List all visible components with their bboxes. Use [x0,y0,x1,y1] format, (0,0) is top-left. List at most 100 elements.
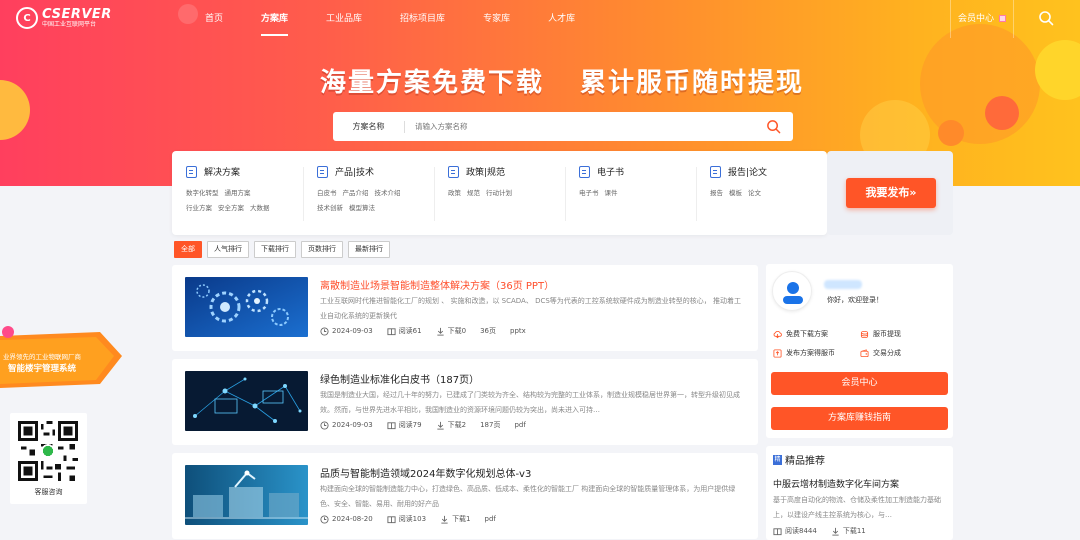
document-icon [317,165,328,178]
earning-guide-button[interactable]: 方案库赚钱指南 [771,407,948,430]
tab-popularity[interactable]: 人气排行 [207,241,249,258]
category-link[interactable]: 白皮书 [317,186,337,201]
decor-blob [0,80,30,140]
category-ebooks: 电子书 电子书 课件 [579,165,689,201]
nav-experts[interactable]: 专家库 [483,0,510,38]
category-link[interactable]: 行动计划 [486,186,512,201]
category-title[interactable]: 报告|论文 [728,165,767,178]
logo[interactable]: C CSERVER 中国工业互联网平台 [16,7,112,29]
nav-solutions[interactable]: 方案库 [261,0,289,38]
category-link[interactable]: 行业方案 [186,201,212,216]
card-description: 工业互联网时代推进智能化工厂的规划 、 实施和改造，以 SCADA、 DCS等为… [320,297,742,320]
tab-latest[interactable]: 最新排行 [348,241,390,258]
recommend-heading: 精品推荐 [785,456,825,467]
feature-revenue-share: 交易分成 [860,348,901,358]
download-icon [832,527,839,536]
category-link[interactable]: 数字化转型 [186,186,219,201]
clock-icon [320,514,329,524]
search-input[interactable] [415,122,745,131]
member-center-link[interactable]: 会员中心 [950,0,1014,38]
slogan-right: 累计服币随时提现 [580,68,805,98]
book-icon [387,327,396,335]
card-meta: 2024-08-20 阅读103 下载1 pdf [320,514,510,524]
book-icon [773,527,782,535]
card-date: 2024-09-03 [332,327,373,335]
card-thumbnail[interactable] [185,277,308,337]
recommend-title[interactable]: 中服云增材制造数字化车间方案 [773,477,899,490]
category-title[interactable]: 电子书 [597,165,624,178]
card-description: 构建面向全球的智能制造能力中心，打造绿色、高品质、低成本、柔性化的智能工厂 构建… [320,485,736,508]
category-title[interactable]: 产品|技术 [335,165,374,178]
member-center-button[interactable]: 会员中心 [771,372,948,395]
category-link[interactable]: 大数据 [250,201,270,216]
category-link[interactable]: 技术创新 [317,201,343,216]
category-link[interactable]: 课件 [605,186,618,201]
tab-all[interactable]: 全部 [174,241,202,258]
category-link[interactable]: 论文 [748,186,761,201]
tab-pages[interactable]: 页数排行 [301,241,343,258]
avatar[interactable] [772,271,812,311]
solution-card[interactable]: 离散制造业场景智能制造整体解决方案（36页 PPT） 工业互联网时代推进智能化工… [172,265,758,351]
solution-search-bar: 方案名称 [333,112,793,141]
left-float-banner[interactable]: 业界领先的工业物联网厂商 智能楼宇管理系统 [0,326,122,392]
solution-card[interactable]: 品质与智能制造领域2024年数字化规划总体-v3 构建面向全球的智能制造能力中心… [172,453,758,539]
recommend-views: 阅读8444 [785,527,817,535]
card-title[interactable]: 品质与智能制造领域2024年数字化规划总体-v3 [320,465,531,480]
category-link[interactable]: 报告 [710,186,723,201]
tab-downloads[interactable]: 下载排行 [254,241,296,258]
search-icon[interactable] [1038,10,1054,26]
category-reports: 报告|论文 报告 模板 论文 [710,165,820,201]
card-downloads: 下载0 [447,327,467,335]
user-panel: 你好，欢迎登录！ 免费下载方案 服币提现 发布方案得服币 交易分成 会员中心 方… [766,264,953,438]
card-date: 2024-08-20 [332,515,373,523]
category-link[interactable]: 规范 [467,186,480,201]
logo-mark-icon: C [16,7,38,29]
card-pages: 36页 [480,327,496,335]
book-icon [387,421,396,429]
publish-icon [773,348,782,358]
nav-talent[interactable]: 人才库 [548,0,575,38]
document-icon [448,165,459,178]
category-link[interactable]: 政策 [448,186,461,201]
gift-icon [998,15,1006,22]
card-title[interactable]: 离散制造业场景智能制造整体解决方案（36页 PPT） [320,277,554,292]
customer-service-qr[interactable]: 客服咨询 [10,413,87,504]
greeting-text: 你好，欢迎登录！ [827,296,883,304]
publish-box: 我要发布» [827,151,953,235]
nav-industrial-products[interactable]: 工业品库 [326,0,362,38]
recommend-description: 基于高度自动化的物流、仓储及柔性加工制造能力基础上，以建设产线主控系统为核心，与… [773,496,941,519]
member-center-label: 会员中心 [958,14,995,24]
username-placeholder [824,280,862,289]
coins-icon [860,330,869,338]
card-thumbnail[interactable] [185,465,308,525]
user-icon [783,282,803,304]
feature-label: 发布方案得服币 [786,349,835,357]
clock-icon [320,326,329,336]
card-format: pdf [484,515,496,523]
category-policy: 政策|规范 政策 规范 行动计划 [448,165,558,201]
card-meta: 2024-09-03 阅读61 下载0 36页 pptx [320,326,540,336]
solution-card[interactable]: 绿色制造业标准化白皮书（187页） 我国是制造业大国，经过几十年的努力，已建成了… [172,359,758,445]
clock-icon [320,420,329,430]
search-submit-icon[interactable] [766,119,781,134]
category-link[interactable]: 技术介绍 [375,186,401,201]
category-link[interactable]: 通用方案 [225,186,251,201]
download-icon [436,421,444,430]
category-title[interactable]: 解决方案 [204,165,240,178]
book-icon [387,515,396,523]
category-link[interactable]: 产品介绍 [343,186,369,201]
category-link[interactable]: 安全方案 [218,201,244,216]
logo-tagline: 中国工业互联网平台 [42,20,97,28]
document-icon [186,165,197,178]
card-thumbnail[interactable] [185,371,308,431]
card-title[interactable]: 绿色制造业标准化白皮书（187页） [320,371,479,386]
category-link[interactable]: 电子书 [579,186,599,201]
category-title[interactable]: 政策|规范 [466,165,505,178]
category-link[interactable]: 模型算法 [349,201,375,216]
nav-tenders[interactable]: 招标项目库 [400,0,445,38]
publish-button[interactable]: 我要发布» [846,178,936,208]
category-link[interactable]: 模板 [729,186,742,201]
divider [696,167,697,221]
sort-tabs: 全部 人气排行 下载排行 页数排行 最新排行 [174,241,395,258]
nav-home[interactable]: 首页 [205,0,223,38]
